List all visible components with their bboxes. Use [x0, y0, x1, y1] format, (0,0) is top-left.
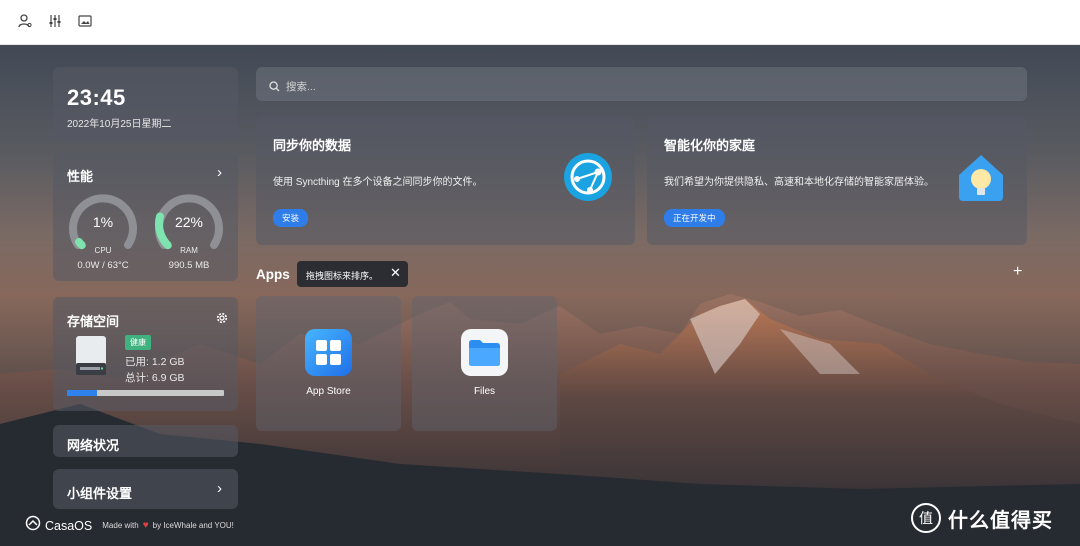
- cpu-power-temp: 0.0W / 63°C: [77, 260, 129, 271]
- search-icon: [269, 79, 280, 97]
- footer: CasaOS Made with ♥ by IceWhale and YOU!: [25, 515, 234, 536]
- clock-widget: 23:45 2022年10月25日星期二: [53, 67, 238, 140]
- brand-name: CasaOS: [45, 518, 93, 533]
- casaos-logo-icon: [25, 515, 41, 536]
- sync-title: 同步你的数据: [273, 138, 352, 153]
- smart-home-promo-card: 智能化你的家庭 我们希望为你提供隐私、高速和本地化存储的智能家居体验。 正在开发…: [647, 117, 1027, 245]
- ram-used: 990.5 MB: [168, 260, 210, 271]
- watermark-text: 什么值得买: [948, 509, 1053, 532]
- in-development-button[interactable]: 正在开发中: [664, 209, 725, 227]
- by-text: by IceWhale and YOU!: [152, 521, 234, 530]
- cpu-label: CPU: [94, 246, 112, 255]
- widget-settings-title: 小组件设置: [67, 486, 133, 501]
- cpu-gauge: 1% CPU 0.0W / 63°C: [66, 189, 140, 271]
- sync-promo-card: 同步你的数据 使用 Syncthing 在多个设备之间同步你的文件。 安装: [256, 117, 635, 245]
- clock-time: 23:45: [67, 85, 126, 110]
- ram-gauge: 22% RAM 990.5 MB: [152, 189, 226, 271]
- storage-used: 已用: 1.2 GB: [125, 356, 185, 368]
- watermark-logo-char: 值: [919, 511, 933, 527]
- wallpaper-icon[interactable]: [77, 13, 95, 31]
- drag-hint-tooltip: 拖拽图标来排序。 ✕: [297, 261, 408, 287]
- performance-title: 性能: [67, 169, 94, 184]
- search-input[interactable]: 搜索...: [256, 67, 1027, 101]
- folder-icon: [461, 329, 508, 376]
- syncthing-icon: [563, 152, 613, 207]
- storage-title: 存储空间: [67, 314, 120, 329]
- status-badge: 健康: [125, 335, 151, 350]
- app-label: Files: [473, 386, 496, 397]
- made-with-text: Made with: [102, 521, 139, 530]
- user-settings-icon[interactable]: [17, 13, 35, 31]
- smart-home-title: 智能化你的家庭: [664, 138, 756, 153]
- add-app-button[interactable]: +: [1013, 263, 1022, 281]
- gear-icon[interactable]: [216, 311, 228, 329]
- smart-home-icon: [955, 151, 1007, 208]
- app-tile-files[interactable]: Files: [412, 296, 557, 431]
- chevron-right-icon[interactable]: ›: [217, 480, 222, 497]
- performance-widget: 性能 › 1% CPU 0.0W / 63°C 22% RAM 990.5 MB: [53, 153, 238, 281]
- app-tile-app-store[interactable]: App Store: [256, 296, 401, 431]
- app-store-icon: [305, 329, 352, 376]
- network-title: 网络状况: [67, 438, 120, 453]
- search-placeholder: 搜索...: [286, 81, 316, 93]
- apps-section-title: Apps: [256, 267, 290, 282]
- clock-date: 2022年10月25日星期二: [67, 119, 172, 130]
- ram-label: RAM: [180, 246, 198, 255]
- smart-home-description: 我们希望为你提供隐私、高速和本地化存储的智能家居体验。: [664, 177, 934, 188]
- network-widget[interactable]: 网络状况: [53, 425, 238, 457]
- storage-usage-fill: [67, 390, 97, 396]
- smzdm-logo-icon: 值: [911, 503, 941, 533]
- install-button[interactable]: 安装: [273, 209, 309, 227]
- close-icon[interactable]: ✕: [390, 265, 401, 281]
- sync-description: 使用 Syncthing 在多个设备之间同步你的文件。: [273, 177, 483, 188]
- watermark: 值 什么值得买: [910, 502, 1053, 534]
- storage-widget: 存储空间 健康 已用: 1.2 GB 总计: 6.9 GB: [53, 297, 238, 411]
- hard-disk-icon: [73, 335, 109, 377]
- ram-percent: 22%: [174, 214, 204, 230]
- chevron-right-icon[interactable]: ›: [217, 164, 222, 181]
- storage-usage-bar: [67, 390, 224, 396]
- storage-total: 总计: 6.9 GB: [125, 372, 185, 384]
- sliders-icon[interactable]: [47, 13, 65, 31]
- heart-icon: ♥: [142, 520, 149, 531]
- widget-settings-button[interactable]: 小组件设置 ›: [53, 469, 238, 509]
- top-toolbar: [0, 0, 1080, 45]
- cpu-percent: 1%: [92, 214, 114, 230]
- tooltip-text: 拖拽图标来排序。: [306, 271, 379, 281]
- app-label: App Store: [306, 386, 351, 397]
